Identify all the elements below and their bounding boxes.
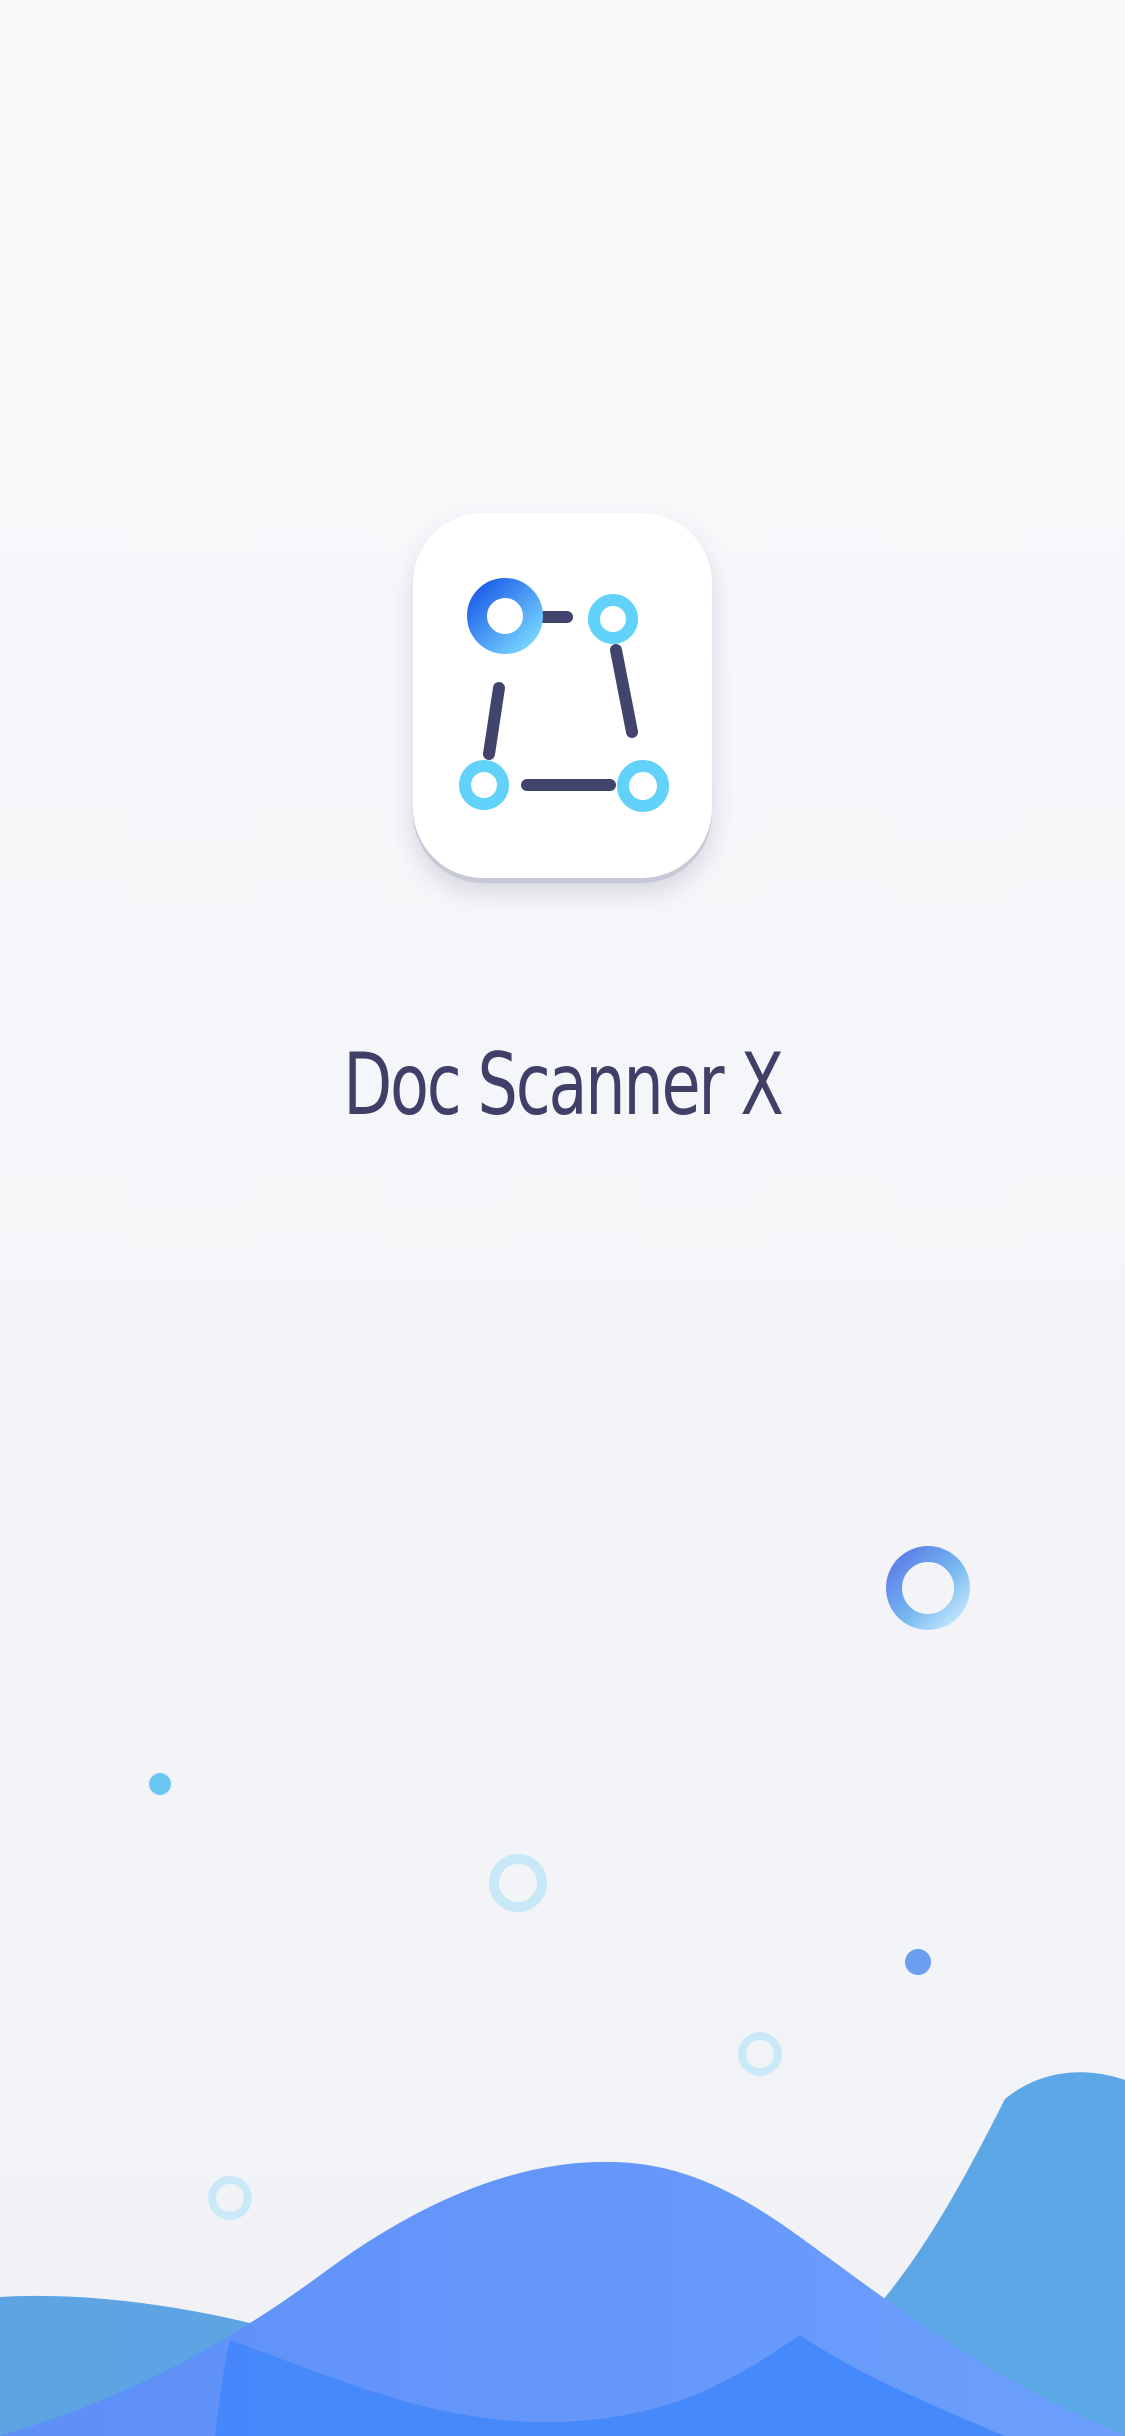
wave-front-layer [0, 2161, 1125, 2436]
document-scanner-corners-icon [459, 578, 669, 812]
bubble-dot-icon [149, 1773, 171, 1795]
app-name: Doc Scanner X [343, 1034, 784, 1135]
bubble-ring-icon [738, 2032, 782, 2076]
top-right-corner-icon [588, 594, 638, 644]
floating-bubbles [149, 1546, 970, 2220]
bubble-dot-icon [905, 1949, 931, 1975]
wave-overlap-layer [215, 2335, 1005, 2436]
bubble-ring-icon [489, 1854, 547, 1912]
bubble-ring-icon [208, 2176, 252, 2220]
bubble-ring-icon [886, 1546, 970, 1630]
splash-screen: Doc Scanner X [0, 0, 1125, 2436]
top-left-corner-icon [467, 578, 543, 654]
wave-back-layer [0, 2072, 1125, 2436]
app-logo [413, 513, 712, 878]
bottom-right-corner-icon [617, 760, 669, 812]
background-decorations [0, 1546, 1125, 2436]
bottom-left-corner-icon [459, 760, 509, 810]
blue-wave-background [0, 2072, 1125, 2436]
